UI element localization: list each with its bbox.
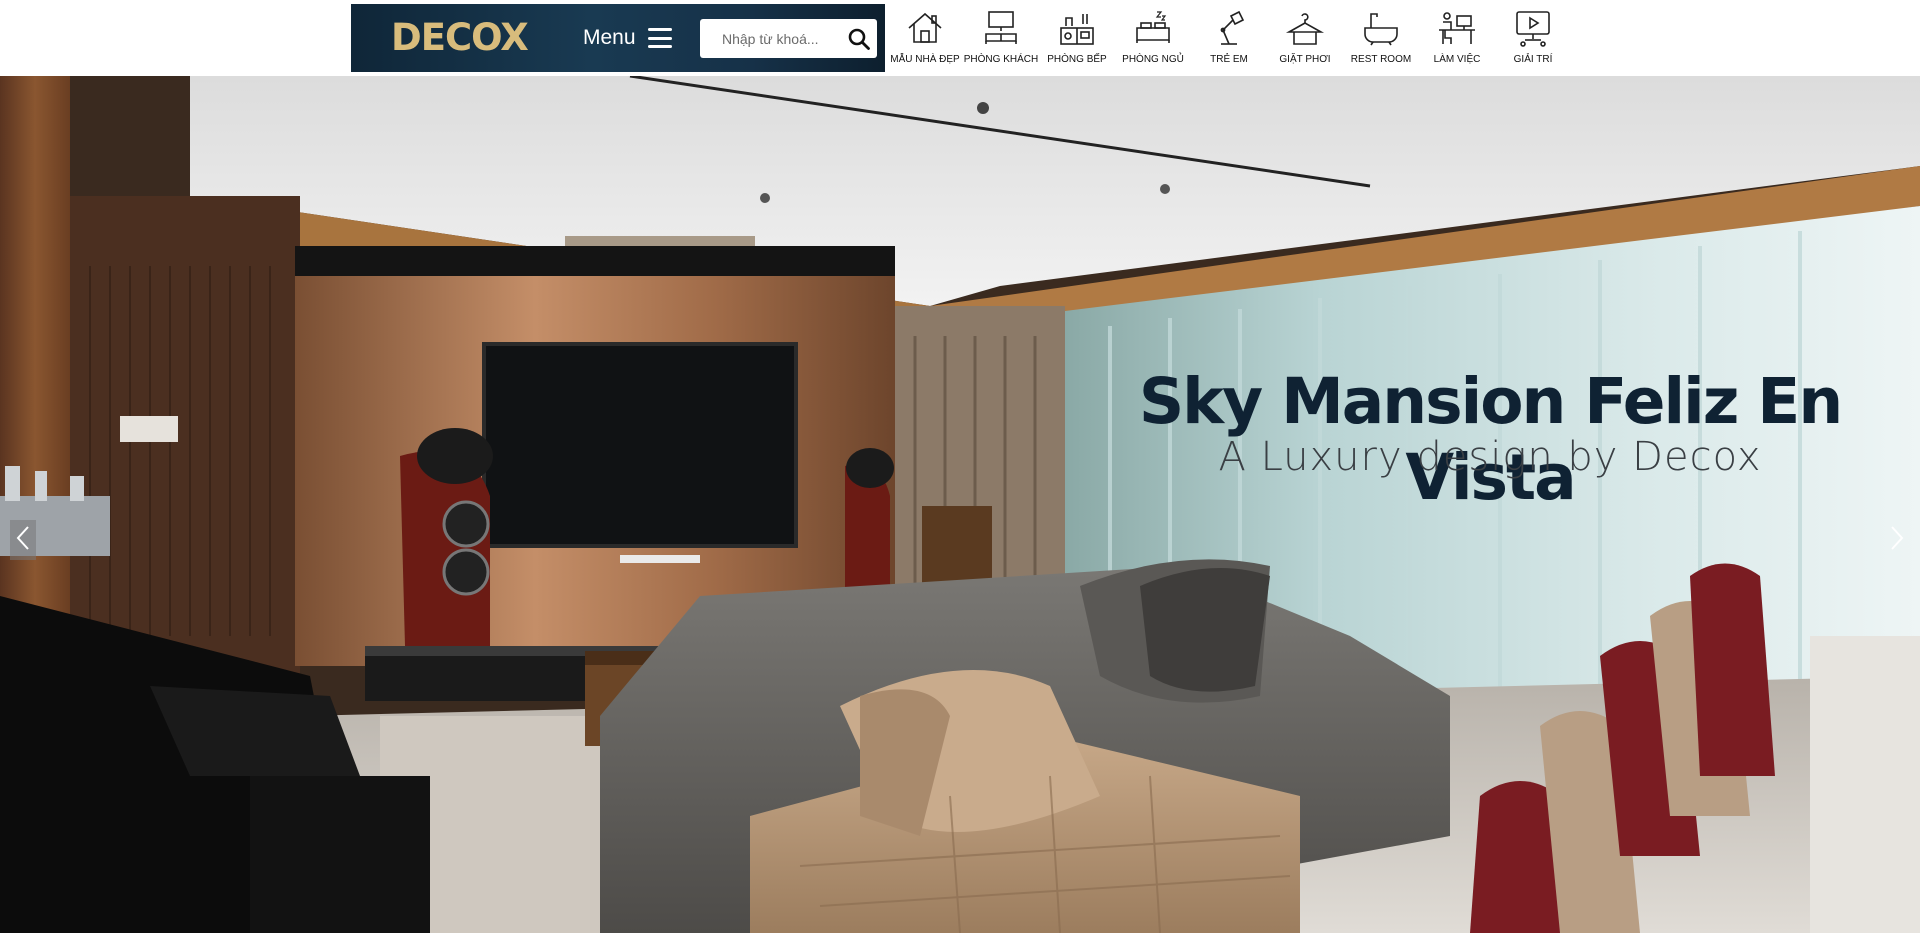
nav-item-phong-khach[interactable]: PHÒNG KHÁCH bbox=[963, 8, 1039, 70]
category-nav: MẪU NHÀ ĐẸP PHÒNG KHÁCH PHÒNG BẾP PHÒNG … bbox=[887, 8, 1571, 70]
bed-icon bbox=[1133, 8, 1173, 48]
nav-item-phong-ngu[interactable]: PHÒNG NGỦ bbox=[1115, 8, 1191, 70]
kitchen-icon bbox=[1057, 8, 1097, 48]
nav-item-mau-nha-dep[interactable]: MẪU NHÀ ĐẸP bbox=[887, 8, 963, 70]
nav-label: LÀM VIỆC bbox=[1433, 54, 1481, 65]
menu-label: Menu bbox=[583, 26, 636, 49]
chevron-left-icon bbox=[16, 525, 30, 556]
menu-button[interactable]: Menu bbox=[583, 20, 672, 56]
nav-item-lam-viec[interactable]: LÀM VIỆC bbox=[1419, 8, 1495, 70]
search-box bbox=[700, 19, 877, 58]
nav-item-giai-tri[interactable]: GIẢI TRÍ bbox=[1495, 8, 1571, 70]
hanger-icon bbox=[1285, 8, 1325, 48]
site-logo[interactable]: DECOX bbox=[391, 16, 529, 60]
desk-lamp-icon bbox=[1209, 8, 1249, 48]
chevron-right-icon bbox=[1890, 525, 1904, 556]
slider-next-button[interactable] bbox=[1884, 520, 1910, 560]
brand-bar: DECOX Menu bbox=[351, 4, 885, 72]
nav-label: PHÒNG KHÁCH bbox=[963, 54, 1039, 65]
search-input[interactable] bbox=[700, 19, 840, 58]
nav-label: REST ROOM bbox=[1350, 54, 1412, 65]
hero-slider: Sky Mansion Feliz En Vista A Luxury desi… bbox=[0, 76, 1920, 933]
hero-subtitle: A Luxury design by Decox bbox=[1218, 434, 1762, 480]
nav-label: GIẶT PHƠI bbox=[1279, 54, 1331, 65]
nav-label: PHÒNG NGỦ bbox=[1122, 54, 1184, 65]
house-icon bbox=[905, 8, 945, 48]
site-header: DECOX Menu MẪU NHÀ ĐẸP PHÒNG KHÁCH bbox=[0, 0, 1920, 76]
bathtub-icon bbox=[1361, 8, 1401, 48]
nav-item-rest-room[interactable]: REST ROOM bbox=[1343, 8, 1419, 70]
slider-prev-button[interactable] bbox=[10, 520, 36, 560]
nav-item-giat-phoi[interactable]: GIẶT PHƠI bbox=[1267, 8, 1343, 70]
workdesk-icon bbox=[1437, 8, 1477, 48]
nav-label: GIẢI TRÍ bbox=[1513, 54, 1553, 65]
tv-sofa-icon bbox=[981, 8, 1021, 48]
nav-label: TRẺ EM bbox=[1210, 54, 1248, 65]
search-icon[interactable] bbox=[847, 27, 871, 51]
play-screen-icon bbox=[1513, 8, 1553, 48]
nav-item-tre-em[interactable]: TRẺ EM bbox=[1191, 8, 1267, 70]
nav-label: PHÒNG BẾP bbox=[1047, 54, 1107, 65]
nav-item-phong-bep[interactable]: PHÒNG BẾP bbox=[1039, 8, 1115, 70]
hamburger-icon bbox=[647, 28, 672, 48]
nav-label: MẪU NHÀ ĐẸP bbox=[890, 54, 960, 65]
